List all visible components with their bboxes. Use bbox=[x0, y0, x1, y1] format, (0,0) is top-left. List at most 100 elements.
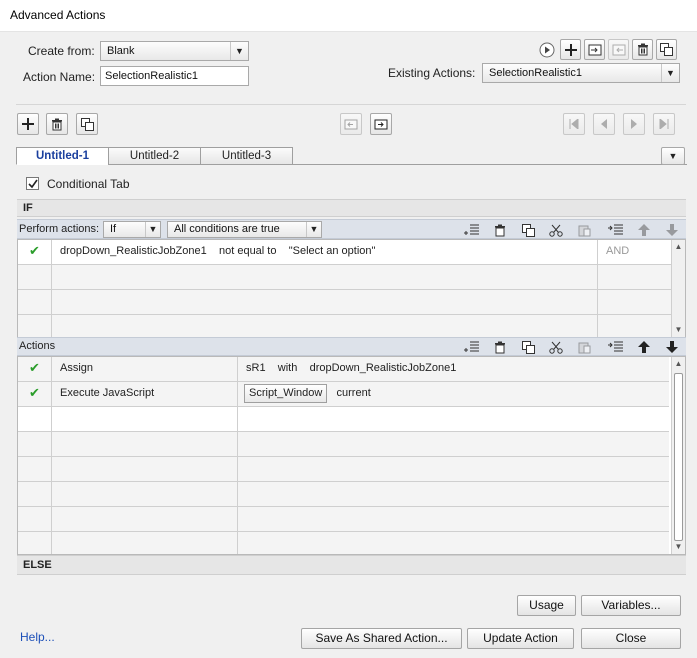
trash-icon[interactable] bbox=[491, 339, 509, 355]
action-row[interactable]: ✔ Execute JavaScript Script_Window curre… bbox=[18, 382, 669, 407]
move-tab-left-button[interactable] bbox=[340, 113, 362, 135]
if-label: IF bbox=[23, 202, 33, 214]
tab-untitled-1[interactable]: Untitled-1 bbox=[16, 147, 109, 165]
import-icon bbox=[588, 44, 601, 55]
condition-expression[interactable]: dropDown_RealisticJobZone1 not equal to … bbox=[52, 240, 598, 264]
export-action-button[interactable] bbox=[608, 39, 629, 60]
play-icon bbox=[539, 42, 555, 58]
paste-icon[interactable] bbox=[575, 222, 593, 238]
chevron-down-icon: ▼ bbox=[145, 222, 160, 237]
scroll-down-icon[interactable]: ▼ bbox=[672, 540, 685, 554]
previous-icon bbox=[601, 119, 607, 129]
else-section-header[interactable]: ELSE bbox=[17, 555, 686, 575]
condition-row[interactable] bbox=[18, 290, 671, 315]
action-row[interactable] bbox=[18, 507, 669, 532]
duplicate-action-button[interactable] bbox=[656, 39, 677, 60]
tab-right-icon bbox=[374, 119, 388, 130]
action-name-value: SelectionRealistic1 bbox=[105, 70, 198, 82]
chevron-down-icon: ▼ bbox=[661, 64, 679, 82]
tab-untitled-2[interactable]: Untitled-2 bbox=[108, 147, 201, 165]
action-name[interactable]: Assign bbox=[52, 357, 238, 381]
help-link[interactable]: Help... bbox=[20, 630, 55, 644]
save-shared-action-button[interactable]: Save As Shared Action... bbox=[301, 628, 462, 649]
trash-icon bbox=[52, 118, 62, 130]
move-up-icon[interactable] bbox=[635, 339, 653, 355]
action-row[interactable]: ✔ Assign sR1 with dropDown_RealisticJobZ… bbox=[18, 357, 669, 382]
trash-icon bbox=[637, 43, 648, 56]
action-name[interactable]: Execute JavaScript bbox=[52, 382, 238, 406]
conditions-scrollbar[interactable]: ▲ ▼ bbox=[671, 240, 685, 337]
last-tab-button[interactable] bbox=[653, 113, 675, 135]
import-action-button[interactable] bbox=[584, 39, 605, 60]
insert-row-icon[interactable] bbox=[463, 339, 481, 355]
condition-variable: dropDown_RealisticJobZone1 bbox=[60, 245, 207, 257]
conditional-tab-checkbox[interactable] bbox=[26, 177, 39, 190]
new-action-button[interactable] bbox=[560, 39, 581, 60]
update-action-button[interactable]: Update Action bbox=[467, 628, 574, 649]
script-window-button[interactable]: Script_Window bbox=[244, 384, 328, 403]
perform-actions-value: If bbox=[110, 223, 117, 235]
paste-icon[interactable] bbox=[575, 339, 593, 355]
condition-logic[interactable]: AND bbox=[598, 240, 671, 264]
existing-actions-select[interactable]: SelectionRealistic1 ▼ bbox=[482, 63, 680, 83]
action-name-input[interactable]: SelectionRealistic1 bbox=[100, 66, 249, 86]
move-down-icon[interactable] bbox=[663, 222, 681, 238]
copy-icon[interactable] bbox=[519, 339, 537, 355]
condition-row[interactable]: ✔ dropDown_RealisticJobZone1 not equal t… bbox=[18, 240, 671, 265]
move-up-icon[interactable] bbox=[635, 222, 653, 238]
trash-icon[interactable] bbox=[491, 222, 509, 238]
scrollbar-thumb[interactable] bbox=[674, 373, 683, 541]
create-from-select[interactable]: Blank ▼ bbox=[100, 41, 249, 61]
duplicate-icon bbox=[80, 117, 94, 131]
tab-untitled-3[interactable]: Untitled-3 bbox=[200, 147, 293, 165]
add-tab-button[interactable] bbox=[17, 113, 39, 135]
delete-action-button[interactable] bbox=[632, 39, 653, 60]
variables-button[interactable]: Variables... bbox=[581, 595, 681, 616]
action-params[interactable]: Script_Window current bbox=[238, 382, 669, 406]
actions-grid: ✔ Assign sR1 with dropDown_RealisticJobZ… bbox=[17, 356, 686, 555]
previous-tab-button[interactable] bbox=[593, 113, 615, 135]
assign-keyword: with bbox=[277, 362, 298, 374]
check-icon: ✔ bbox=[18, 240, 52, 264]
action-row[interactable] bbox=[18, 407, 669, 432]
perform-actions-bar: Perform actions: If ▼ All conditions are… bbox=[17, 219, 686, 239]
duplicate-icon bbox=[660, 43, 673, 56]
plus-icon bbox=[22, 118, 34, 130]
cut-icon[interactable] bbox=[547, 339, 565, 355]
conditions-select[interactable]: All conditions are true ▼ bbox=[167, 221, 322, 238]
insert-below-icon[interactable] bbox=[607, 222, 625, 238]
scroll-up-icon[interactable]: ▲ bbox=[672, 240, 685, 254]
delete-tab-button[interactable] bbox=[46, 113, 68, 135]
action-row[interactable] bbox=[18, 532, 669, 554]
condition-value: "Select an option" bbox=[288, 245, 376, 257]
window-title: Advanced Actions bbox=[10, 8, 106, 22]
first-tab-button[interactable] bbox=[563, 113, 585, 135]
close-button[interactable]: Close bbox=[581, 628, 681, 649]
actions-scrollbar[interactable]: ▲ ▼ bbox=[671, 357, 685, 554]
move-tab-right-button[interactable] bbox=[370, 113, 392, 135]
move-down-icon[interactable] bbox=[663, 339, 681, 355]
scroll-down-icon[interactable]: ▼ bbox=[672, 323, 685, 337]
tab-list-button[interactable]: ▼ bbox=[661, 147, 685, 165]
duplicate-tab-button[interactable] bbox=[76, 113, 98, 135]
actions-section-header: Actions bbox=[17, 337, 686, 356]
insert-row-icon[interactable] bbox=[463, 222, 481, 238]
action-row[interactable] bbox=[18, 432, 669, 457]
next-tab-button[interactable] bbox=[623, 113, 645, 135]
cut-icon[interactable] bbox=[547, 222, 565, 238]
usage-button[interactable]: Usage bbox=[517, 595, 576, 616]
preview-button[interactable] bbox=[538, 41, 556, 59]
perform-actions-select[interactable]: If ▼ bbox=[103, 221, 161, 238]
check-icon: ✔ bbox=[18, 357, 52, 381]
scroll-up-icon[interactable]: ▲ bbox=[672, 357, 685, 371]
existing-actions-label: Existing Actions: bbox=[388, 66, 476, 80]
export-icon bbox=[612, 44, 625, 55]
copy-icon[interactable] bbox=[519, 222, 537, 238]
action-params[interactable]: sR1 with dropDown_RealisticJobZone1 bbox=[238, 357, 669, 381]
plus-icon bbox=[564, 43, 577, 56]
insert-below-icon[interactable] bbox=[607, 339, 625, 355]
condition-row[interactable] bbox=[18, 265, 671, 290]
if-section-header: IF bbox=[17, 199, 686, 217]
action-row[interactable] bbox=[18, 457, 669, 482]
action-row[interactable] bbox=[18, 482, 669, 507]
